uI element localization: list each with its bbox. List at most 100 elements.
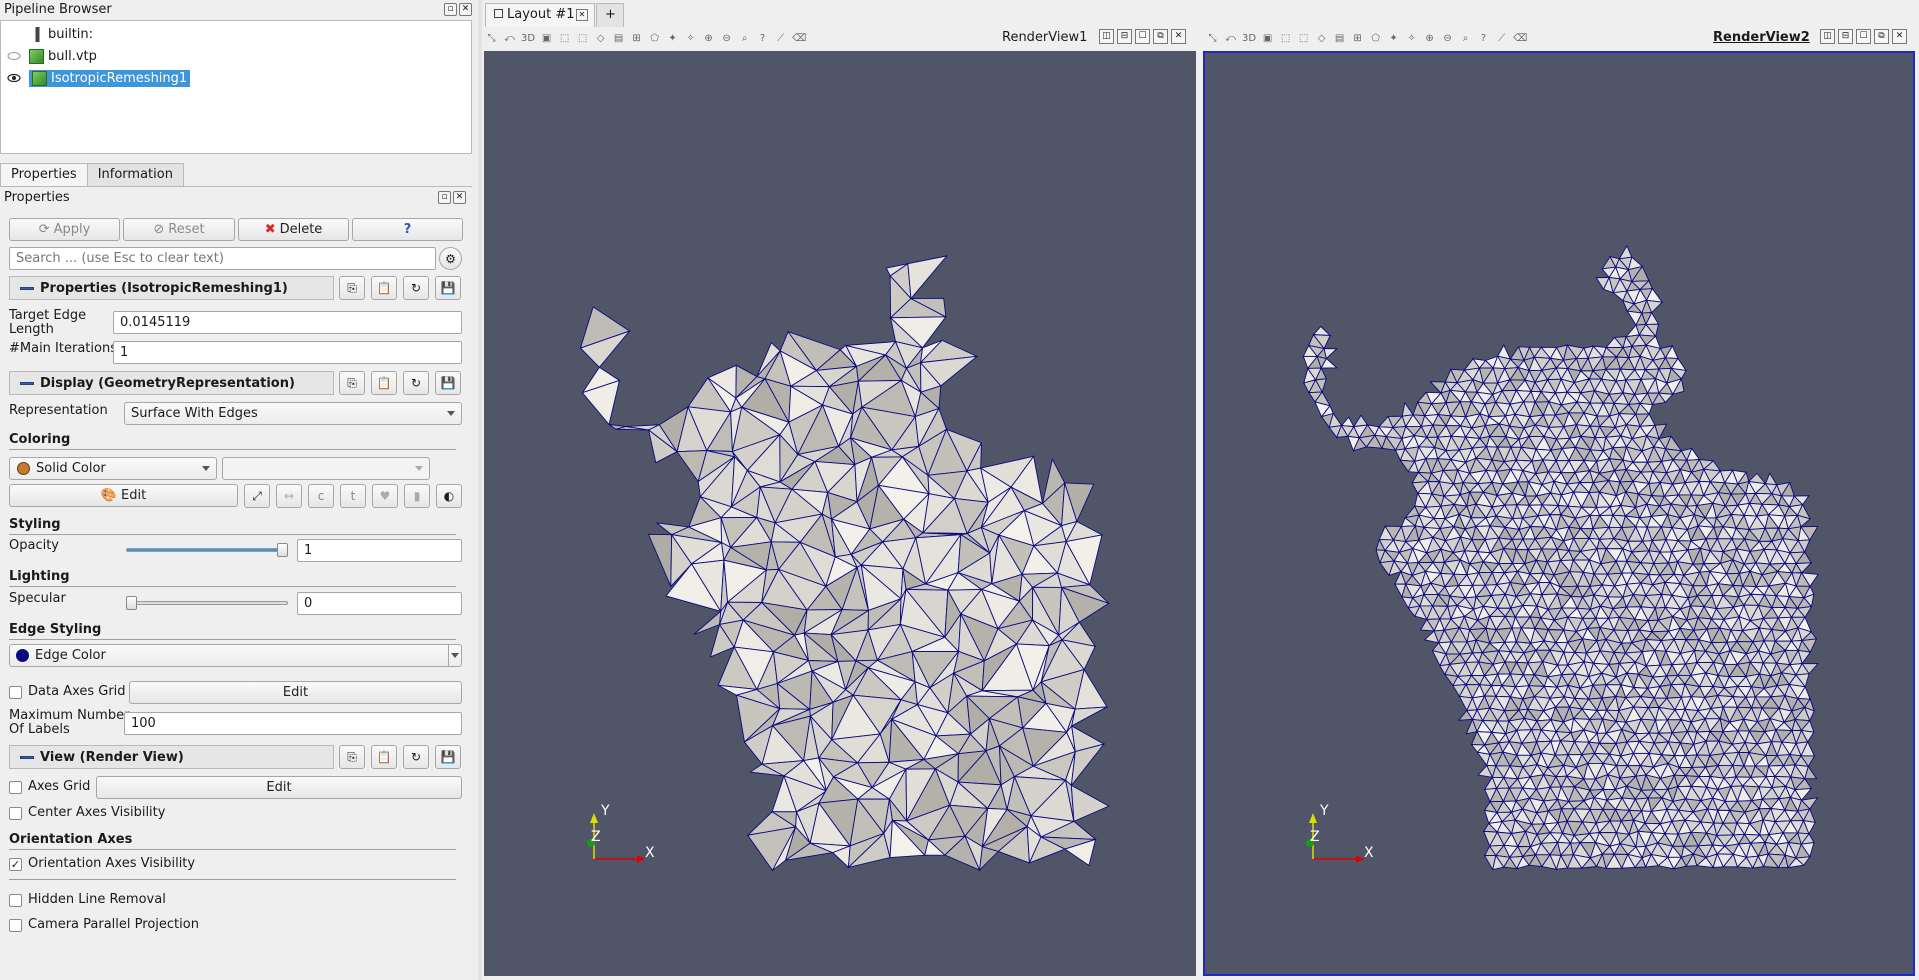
select-points-icon[interactable]: ⬚: [576, 32, 589, 45]
clear-selection-icon[interactable]: ⌫: [792, 32, 806, 45]
specular-slider[interactable]: [126, 601, 288, 605]
orientation-axes-checkbox[interactable]: ✓: [9, 858, 22, 871]
copy-icon[interactable]: ⎘: [339, 745, 365, 769]
target-edge-length-field[interactable]: 0.0145119: [113, 311, 462, 334]
close-icon[interactable]: ✕: [576, 9, 588, 21]
save-icon[interactable]: 💾: [435, 371, 461, 395]
search-input[interactable]: Search ... (use Esc to clear text): [9, 247, 436, 270]
hover-points-icon[interactable]: ✦: [666, 32, 679, 45]
pipeline-item-builtin[interactable]: builtin:: [30, 24, 93, 44]
select-polygon-icon[interactable]: ⬠: [648, 32, 661, 45]
axes-grid-edit-button[interactable]: Edit: [96, 776, 462, 799]
opacity-slider-handle[interactable]: [277, 543, 288, 557]
tab-information[interactable]: Information: [86, 163, 184, 187]
select-palette-icon[interactable]: ◐: [436, 484, 462, 508]
restore-icon[interactable]: ↻: [403, 371, 429, 395]
select-block-icon[interactable]: ▤: [612, 32, 625, 45]
delete-button[interactable]: ✖ Delete: [238, 218, 349, 241]
grow-selection-icon[interactable]: ⊕: [702, 32, 715, 45]
rescale-range-icon[interactable]: c: [308, 484, 334, 508]
edge-color-button[interactable]: Edge Color: [9, 644, 462, 667]
select-frustum-icon[interactable]: ◇: [1315, 32, 1328, 45]
close-icon[interactable]: ✕: [1892, 29, 1907, 44]
capture-icon[interactable]: ▣: [540, 32, 553, 45]
representation-select[interactable]: Surface With Edges: [124, 402, 462, 425]
eye-open-icon[interactable]: [7, 73, 21, 83]
query-icon[interactable]: ?: [756, 32, 769, 45]
save-icon[interactable]: 💾: [435, 276, 461, 300]
help-button[interactable]: ?: [352, 218, 463, 241]
interactive-select-icon[interactable]: ⊞: [1351, 32, 1364, 45]
reset-button[interactable]: ⊘ Reset: [123, 218, 235, 241]
section-properties[interactable]: Properties (IsotropicRemeshing1): [9, 276, 334, 300]
tab-properties[interactable]: Properties: [0, 163, 88, 187]
opacity-field[interactable]: 1: [297, 539, 462, 562]
data-axes-grid-checkbox[interactable]: [9, 686, 22, 699]
max-labels-field[interactable]: 100: [124, 712, 462, 735]
render-view-2[interactable]: X Y Z: [1203, 51, 1915, 976]
select-points-icon[interactable]: ⬚: [1297, 32, 1310, 45]
select-polygon-icon[interactable]: ⬠: [1369, 32, 1382, 45]
restore-icon[interactable]: ↻: [403, 745, 429, 769]
close-icon[interactable]: ✕: [1171, 29, 1186, 44]
pipeline-browser[interactable]: builtin: bull.vtp IsotropicRemeshing1: [0, 20, 472, 154]
center-axes-checkbox[interactable]: [9, 807, 22, 820]
select-cells-icon[interactable]: ⬚: [558, 32, 571, 45]
main-iterations-field[interactable]: 1: [113, 341, 462, 364]
restore-icon[interactable]: ⧉: [1874, 29, 1889, 44]
edit-ruler-icon[interactable]: ⟋: [1495, 32, 1508, 45]
interactive-select-icon[interactable]: ⊞: [630, 32, 643, 45]
edit-ruler-icon[interactable]: ⟋: [774, 32, 787, 45]
float-icon[interactable]: ▫: [438, 191, 451, 204]
camera-parallel-checkbox[interactable]: [9, 919, 22, 932]
hover-cells-icon[interactable]: ✧: [684, 32, 697, 45]
close-icon[interactable]: ✕: [459, 3, 472, 16]
copy-icon[interactable]: ⎘: [339, 371, 365, 395]
shrink-selection-icon[interactable]: ⊖: [720, 32, 733, 45]
color-legend-icon[interactable]: ♥: [372, 484, 398, 508]
paste-icon[interactable]: 📋: [371, 276, 397, 300]
grow-selection-icon[interactable]: ⊕: [1423, 32, 1436, 45]
specular-field[interactable]: 0: [297, 592, 462, 615]
pipeline-item-remeshing[interactable]: IsotropicRemeshing1: [7, 68, 191, 88]
split-vertical-icon[interactable]: ⊟: [1838, 29, 1853, 44]
apply-button[interactable]: ⟳ Apply: [9, 218, 120, 241]
paste-icon[interactable]: 📋: [371, 371, 397, 395]
axes-grid-checkbox[interactable]: [9, 781, 22, 794]
render-view-1[interactable]: X Y Z: [484, 51, 1196, 976]
color-bar-icon[interactable]: ▮: [404, 484, 430, 508]
edit-color-button[interactable]: 🎨 Edit: [9, 484, 238, 507]
selected-item[interactable]: IsotropicRemeshing1: [29, 69, 191, 87]
clear-selection-icon[interactable]: ⌫: [1513, 32, 1527, 45]
eye-closed-icon[interactable]: [7, 51, 21, 61]
hover-points-icon[interactable]: ✦: [1387, 32, 1400, 45]
hidden-line-removal-checkbox[interactable]: [9, 894, 22, 907]
section-display[interactable]: Display (GeometryRepresentation): [9, 371, 334, 395]
opacity-slider[interactable]: [126, 548, 288, 552]
hover-cells-icon[interactable]: ✧: [1405, 32, 1418, 45]
reset-camera-icon[interactable]: ⤡: [1206, 32, 1219, 45]
coloring-select[interactable]: Solid Color: [9, 457, 217, 480]
gear-icon[interactable]: ⚙: [439, 247, 462, 270]
camera-undo-icon[interactable]: ⤺: [503, 32, 516, 45]
select-cells-icon[interactable]: ⬚: [1279, 32, 1292, 45]
rescale-temporal-icon[interactable]: t: [340, 484, 366, 508]
toggle-3d-button[interactable]: 3D: [521, 32, 535, 45]
restore-icon[interactable]: ⧉: [1153, 29, 1168, 44]
pipeline-item-bull[interactable]: bull.vtp: [7, 46, 97, 66]
capture-icon[interactable]: ▣: [1261, 32, 1274, 45]
tab-layout-1[interactable]: Layout #1 ✕: [485, 3, 595, 27]
close-icon[interactable]: ✕: [453, 191, 466, 204]
split-horizontal-icon[interactable]: ◫: [1820, 29, 1835, 44]
find-data-icon[interactable]: ⌕: [738, 32, 751, 45]
toggle-3d-button[interactable]: 3D: [1242, 32, 1256, 45]
reset-camera-icon[interactable]: ⤡: [485, 32, 498, 45]
add-layout-tab[interactable]: +: [596, 3, 624, 27]
data-axes-grid-edit-button[interactable]: Edit: [129, 681, 462, 704]
shrink-selection-icon[interactable]: ⊖: [1441, 32, 1454, 45]
select-frustum-icon[interactable]: ◇: [594, 32, 607, 45]
select-block-icon[interactable]: ▤: [1333, 32, 1346, 45]
copy-icon[interactable]: ⎘: [339, 276, 365, 300]
maximize-icon[interactable]: ☐: [1856, 29, 1871, 44]
query-icon[interactable]: ?: [1477, 32, 1490, 45]
